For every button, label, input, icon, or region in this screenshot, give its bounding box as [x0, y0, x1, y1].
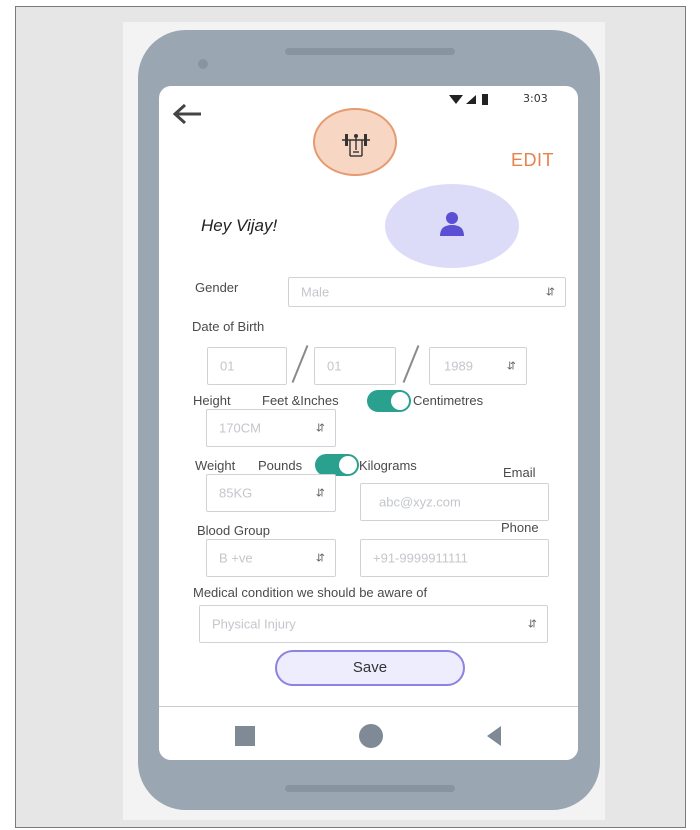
phone-placeholder: +91-9999911111: [373, 550, 468, 566]
height-value: 170CM: [219, 420, 261, 436]
app-logo: [313, 108, 397, 176]
dob-day-value: 01: [220, 358, 235, 374]
phone-bottom-bar: [285, 785, 455, 792]
toggle-knob: [391, 392, 409, 410]
select-caret-icon: ⇵: [527, 618, 537, 631]
blood-group-value: B +ve: [219, 550, 253, 566]
greeting-text: Hey Vijay!: [201, 216, 278, 235]
avatar[interactable]: [385, 184, 519, 268]
cell-signal-icon: [466, 95, 476, 104]
dob-month-value: 01: [327, 358, 342, 374]
weight-unit-toggle[interactable]: [315, 454, 359, 476]
select-caret-icon: ⇵: [315, 552, 325, 565]
battery-icon: [482, 94, 488, 105]
weight-value: 85KG: [219, 485, 253, 501]
edit-button[interactable]: EDIT: [511, 150, 554, 171]
phone-input[interactable]: +91-9999911111: [360, 539, 549, 577]
height-select[interactable]: 170CM ⇵: [206, 409, 336, 447]
height-unit-feet: Feet &Inches: [262, 393, 339, 408]
select-caret-icon: ⇵: [315, 422, 325, 435]
phone-label: Phone: [501, 520, 539, 535]
circle-icon[interactable]: [359, 724, 383, 748]
gym-barbell-icon: [342, 134, 370, 157]
email-input[interactable]: abc@xyz.com: [360, 483, 549, 521]
toggle-knob: [339, 456, 357, 474]
blood-group-select[interactable]: B +ve ⇵: [206, 539, 336, 577]
status-bar: 3:03: [449, 92, 569, 108]
wifi-icon: [449, 95, 463, 104]
date-separator: [402, 345, 420, 383]
medical-condition-label: Medical condition we should be aware of: [193, 585, 428, 600]
weight-select[interactable]: 85KG ⇵: [206, 474, 336, 512]
user-icon: [440, 212, 464, 236]
dob-month-input[interactable]: 01: [314, 347, 396, 385]
dob-day-input[interactable]: 01: [207, 347, 287, 385]
height-unit-centimetres: Centimetres: [413, 393, 484, 408]
weight-label: Weight: [195, 458, 236, 473]
email-label: Email: [503, 465, 536, 480]
dob-year-select[interactable]: 1989 ⇵: [429, 347, 527, 385]
save-button[interactable]: Save: [275, 650, 465, 686]
back-button[interactable]: [169, 100, 205, 128]
phone-speaker: [285, 48, 455, 55]
square-icon[interactable]: [235, 726, 255, 746]
gender-value: Male: [301, 284, 330, 300]
medical-condition-select[interactable]: Physical Injury ⇵: [199, 605, 548, 643]
gender-label: Gender: [195, 280, 239, 295]
status-time: 3:03: [523, 92, 548, 105]
weight-unit-pounds: Pounds: [258, 458, 303, 473]
height-label: Height: [193, 393, 231, 408]
dob-label: Date of Birth: [192, 319, 265, 334]
gender-select[interactable]: Male ⇵: [288, 277, 566, 307]
blood-group-label: Blood Group: [197, 523, 270, 538]
select-caret-icon: ⇵: [545, 286, 555, 299]
date-separator: [291, 345, 309, 383]
email-placeholder: abc@xyz.com: [379, 494, 461, 510]
select-caret-icon: ⇵: [315, 487, 325, 500]
triangle-back-icon[interactable]: [487, 726, 501, 746]
weight-unit-kilograms: Kilograms: [359, 458, 417, 473]
signal-battery-icons: [449, 94, 488, 105]
phone-camera: [198, 59, 208, 69]
arrow-left-icon: [172, 103, 201, 125]
select-caret-icon: ⇵: [506, 360, 516, 373]
medical-condition-value: Physical Injury: [212, 616, 296, 632]
phone-screen: 3:03 EDIT Hey Vijay! Gender Male ⇵ Date …: [159, 86, 578, 760]
dob-year-value: 1989: [444, 358, 473, 374]
height-unit-toggle[interactable]: [367, 390, 411, 412]
